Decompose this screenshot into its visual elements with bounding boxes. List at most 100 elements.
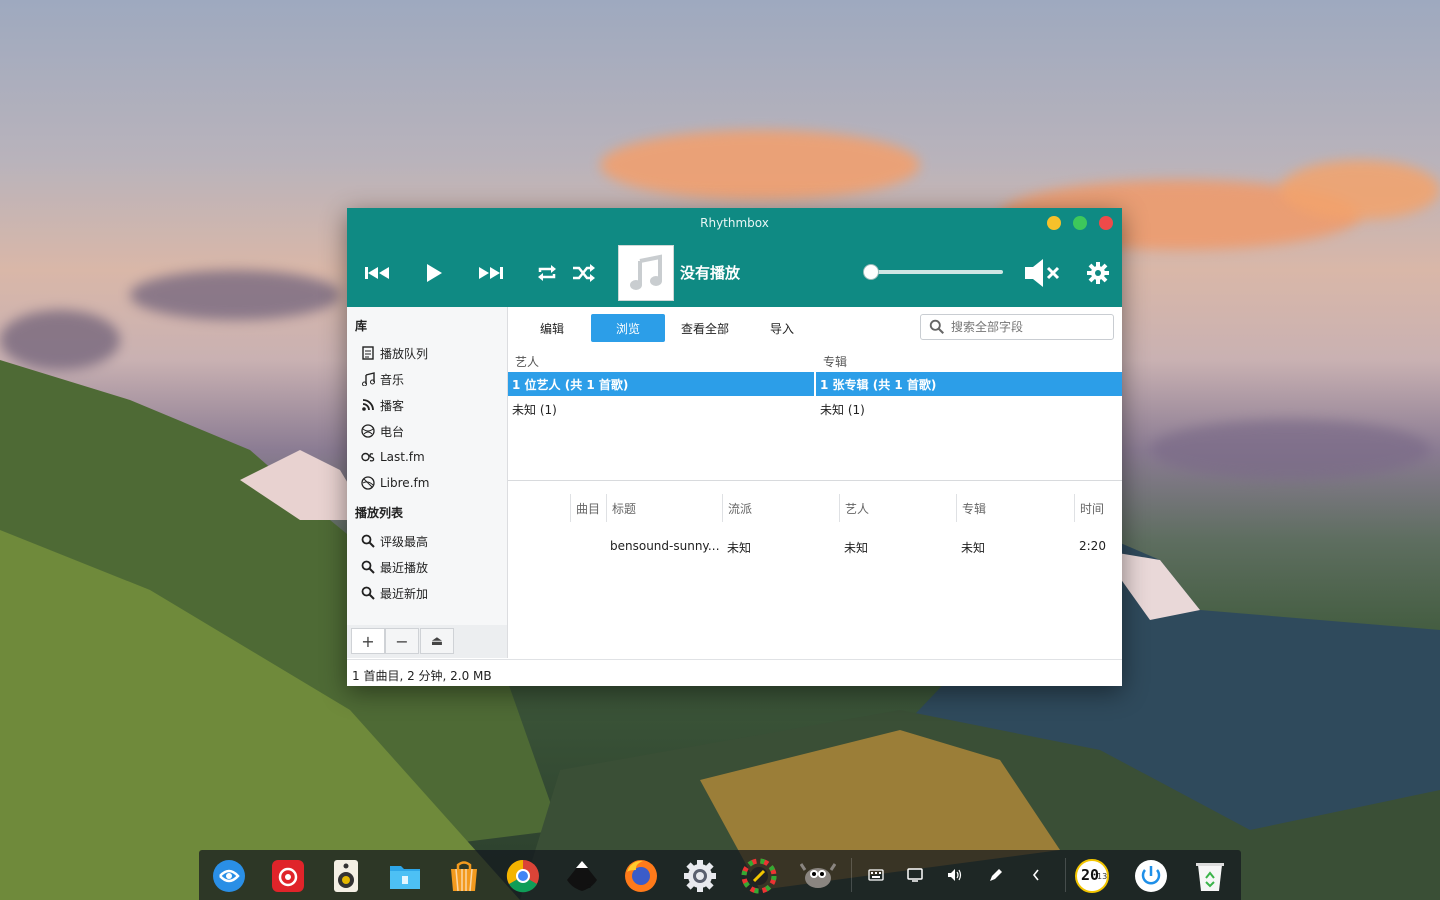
sidebar-item-podcasts[interactable]: 播客 [361,394,404,416]
track-title: bensound-sunny.… [610,539,720,553]
now-playing-label: 没有播放 [680,264,741,282]
previous-button[interactable] [362,260,392,286]
column-album[interactable]: 专辑 [956,494,1074,522]
radio-icon [361,424,375,438]
sidebar-item-label: 最近播放 [380,560,429,575]
album-row-selected[interactable]: 1 张专辑 (共 1 首歌) [816,372,1122,396]
volume-muted-icon [1025,259,1060,287]
column-time[interactable]: 时间 [1074,494,1122,522]
track-artist: 未知 [844,541,869,555]
column-genre[interactable]: 流派 [722,494,839,522]
album-row[interactable]: 未知 (1) [816,400,865,418]
next-icon [479,267,503,279]
playlists-header: 播放列表 [355,506,404,520]
queue-icon [362,346,374,360]
repeat-icon [538,265,556,281]
album-column-header[interactable]: 专辑 [823,353,847,370]
chevron-left-icon[interactable] [1025,864,1047,886]
tab-edit[interactable]: 编辑 [522,314,582,342]
sidebar-item-recently-played[interactable]: 最近播放 [361,556,428,578]
title-bar[interactable]: Rhythmbox [347,208,1122,238]
tab-view-all[interactable]: 查看全部 [671,314,739,342]
volume-icon[interactable] [944,864,966,886]
dock-separator [1065,858,1066,892]
repeat-button[interactable] [532,260,562,286]
play-button[interactable] [419,260,449,286]
sidebar-item-recently-added[interactable]: 最近新加 [361,582,428,604]
remove-playlist-button[interactable]: − [385,628,419,654]
add-playlist-button[interactable]: + [351,628,385,654]
search-box[interactable] [920,314,1114,340]
search-icon [361,560,375,574]
chrome-icon[interactable] [503,856,543,896]
pen-icon[interactable] [985,864,1007,886]
deepin-music-icon[interactable] [326,856,366,896]
dock-separator [851,858,852,892]
artist-row[interactable]: 未知 (1) [508,400,557,418]
gimp-icon[interactable] [798,856,838,896]
previous-icon [365,267,389,279]
volume-slider-knob[interactable] [863,264,879,280]
artist-column-header[interactable]: 艺人 [515,353,539,370]
tab-browse[interactable]: 浏览 [591,314,665,342]
sidebar-item-label: 音乐 [380,372,405,387]
search-input[interactable] [949,319,1113,335]
power-button[interactable] [1131,856,1171,896]
eject-button[interactable]: ⏏ [420,628,454,654]
rss-icon [362,399,374,411]
shuffle-button[interactable] [569,260,599,286]
maximize-button[interactable] [1073,216,1087,230]
sidebar-item-librefm[interactable]: Libre.fm [361,472,429,494]
column-track[interactable]: 曲目 [570,494,606,522]
clock-widget[interactable]: 20 13 [1072,856,1112,896]
settings-button[interactable] [1083,260,1113,286]
volume-slider[interactable] [865,270,1003,274]
power-icon [1135,860,1167,892]
search-icon [361,534,375,548]
app-store-icon[interactable] [444,856,484,896]
pane-divider[interactable] [508,480,1122,481]
track-album: 未知 [961,541,986,555]
column-title[interactable]: 标题 [606,494,722,522]
next-button[interactable] [476,260,506,286]
firefox-icon[interactable] [621,856,661,896]
settings-icon[interactable] [680,856,720,896]
status-text: 1 首曲目, 2 分钟, 2.0 MB [352,669,492,683]
librefm-icon [361,476,375,490]
status-bar: 1 首曲目, 2 分钟, 2.0 MB [347,659,1122,686]
sidebar-item-label: 播客 [380,398,405,413]
sidebar-item-label: Libre.fm [380,476,430,490]
artist-row-selected[interactable]: 1 位艺人 (共 1 首歌) [508,372,814,396]
color-picker-icon[interactable] [739,856,779,896]
dock: 20 13 [199,850,1241,900]
sidebar-item-label: 评级最高 [380,534,429,549]
sidebar-item-music[interactable]: 音乐 [361,368,404,390]
deepin-launcher-icon[interactable] [209,856,249,896]
sidebar-item-label: 最近新加 [380,586,429,601]
close-button[interactable] [1099,216,1113,230]
keyboard-icon[interactable] [865,864,887,886]
sidebar-actions: + − ⏏ [347,625,507,658]
search-icon [361,586,375,600]
music-note-icon [630,254,662,290]
column-artist[interactable]: 艺人 [839,494,956,522]
netease-music-icon[interactable] [268,856,308,896]
file-manager-icon[interactable] [385,856,425,896]
tab-import[interactable]: 导入 [752,314,812,342]
clock-minute: 13 [1097,872,1108,881]
album-art [618,245,674,301]
sidebar: 库 播放队列 音乐 播客 电台 Last.fm Libre.fm 播放列表 评级 [347,307,508,658]
lastfm-icon [361,452,375,462]
minimize-button[interactable] [1047,216,1061,230]
sidebar-item-queue[interactable]: 播放队列 [361,342,428,364]
window-title: Rhythmbox [700,216,769,230]
screen-icon[interactable] [904,864,926,886]
inkscape-icon[interactable] [562,856,602,896]
sidebar-item-top-rated[interactable]: 评级最高 [361,530,428,552]
sidebar-item-radio[interactable]: 电台 [361,420,404,442]
search-icon [929,319,945,335]
sidebar-item-lastfm[interactable]: Last.fm [361,446,425,468]
mute-button[interactable] [1022,256,1062,290]
trash-icon[interactable] [1190,856,1230,896]
sidebar-item-label: 播放队列 [380,346,429,361]
